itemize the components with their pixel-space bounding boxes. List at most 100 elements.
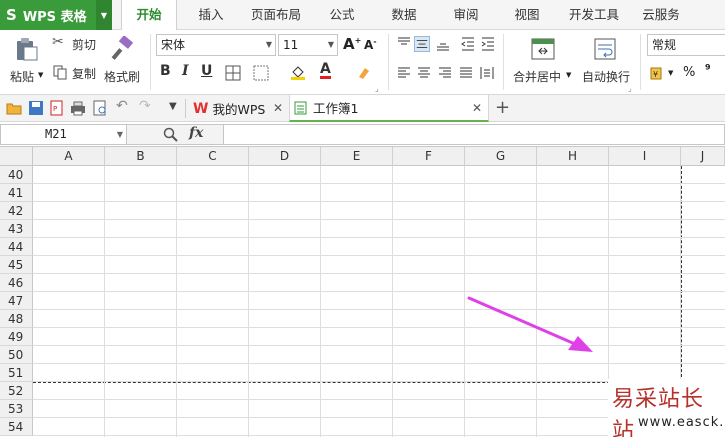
row-header[interactable]: 41 [0, 184, 33, 202]
column-header[interactable]: G [465, 147, 537, 166]
tab-home[interactable]: 开始 [121, 0, 177, 31]
format-painter-label: 格式刷 [104, 70, 141, 84]
row-header[interactable]: 54 [0, 418, 33, 436]
ribbon-separator [503, 34, 504, 90]
number-format-select[interactable]: 常规 [647, 34, 725, 56]
print-icon[interactable] [70, 100, 86, 116]
tab-page-layout[interactable]: 页面布局 [245, 0, 307, 30]
row-header[interactable]: 48 [0, 310, 33, 328]
wrap-text-button[interactable]: 自动换行 [578, 34, 634, 90]
font-size-select[interactable]: 11 ▼ [278, 34, 338, 56]
open-folder-icon[interactable] [6, 100, 22, 116]
tab-review[interactable]: 审阅 [442, 0, 490, 30]
column-header[interactable]: B [105, 147, 177, 166]
row-header[interactable]: 47 [0, 292, 33, 310]
close-tab-icon[interactable]: ✕ [273, 101, 283, 115]
font-name-select[interactable]: 宋体 ▼ [156, 34, 276, 56]
align-bottom-icon[interactable] [435, 36, 451, 52]
insert-function-button[interactable]: fx [189, 125, 203, 141]
paste-label: 粘贴 [10, 70, 35, 84]
column-header[interactable]: J [681, 147, 725, 166]
column-header[interactable]: H [537, 147, 609, 166]
grow-font-button[interactable]: A+ [343, 35, 361, 53]
column-header[interactable]: D [249, 147, 321, 166]
fill-pattern-icon[interactable] [253, 65, 269, 81]
row-header[interactable]: 44 [0, 238, 33, 256]
align-right-icon[interactable] [437, 65, 453, 81]
column-header[interactable]: F [393, 147, 465, 166]
decrease-indent-icon[interactable] [460, 36, 476, 52]
column-header[interactable]: A [33, 147, 105, 166]
gridline [33, 273, 725, 274]
italic-button[interactable]: I [182, 63, 189, 79]
underline-button[interactable]: U [201, 63, 212, 79]
font-name-value: 宋体 [161, 38, 186, 52]
row-header[interactable]: 45 [0, 256, 33, 274]
print-preview-icon[interactable] [92, 100, 108, 116]
redo-icon[interactable]: ↷ [139, 98, 155, 114]
row-header[interactable]: 43 [0, 220, 33, 238]
copy-button[interactable]: 复制 [52, 63, 102, 83]
align-left-icon[interactable] [396, 65, 412, 81]
row-header[interactable]: 52 [0, 382, 33, 400]
align-top-icon[interactable] [396, 36, 412, 52]
fill-color-icon[interactable] [290, 64, 306, 80]
undo-icon[interactable]: ↶ [116, 98, 132, 114]
paste-dropdown-icon[interactable]: ▼ [38, 71, 43, 79]
column-header[interactable]: I [609, 147, 681, 166]
font-dialog-launcher-icon[interactable]: ⌟ [375, 84, 379, 93]
name-box[interactable]: M21 ▼ [0, 124, 127, 145]
zoom-search-icon[interactable] [163, 127, 178, 142]
distribute-icon[interactable] [479, 65, 495, 81]
tab-workbook1[interactable]: 工作簿1 [289, 95, 489, 122]
tab-workbook1-label: 工作簿1 [313, 101, 359, 116]
justify-icon[interactable] [458, 65, 474, 81]
tab-developer[interactable]: 开发工具 [564, 0, 624, 30]
percent-button[interactable]: % [683, 65, 695, 80]
font-color-button[interactable]: A [320, 62, 331, 79]
new-tab-plus-icon[interactable]: + [495, 97, 510, 118]
chevron-down-icon: ▼ [116, 130, 123, 139]
increase-indent-icon[interactable] [480, 36, 496, 52]
tab-cloud[interactable]: 云服务 [636, 0, 686, 30]
row-header[interactable]: 53 [0, 400, 33, 418]
align-middle-icon[interactable] [414, 36, 430, 52]
spreadsheet-file-icon [294, 101, 307, 114]
row-header[interactable]: 46 [0, 274, 33, 292]
select-all-corner[interactable] [0, 147, 33, 166]
row-header[interactable]: 40 [0, 166, 33, 184]
tab-insert[interactable]: 插入 [186, 0, 236, 30]
app-menu-dropdown-icon[interactable]: ▼ [96, 0, 112, 30]
paste-button[interactable]: 粘贴 ▼ [8, 34, 48, 90]
currency-dropdown-icon[interactable]: ▼ [668, 69, 673, 77]
shrink-font-button[interactable]: A- [364, 37, 377, 52]
bold-button[interactable]: B [160, 63, 171, 79]
row-header[interactable]: 42 [0, 202, 33, 220]
app-menu-button[interactable]: S WPS 表格 [0, 0, 96, 30]
tab-view[interactable]: 视图 [503, 0, 551, 30]
row-header[interactable]: 49 [0, 328, 33, 346]
formula-input[interactable] [223, 124, 725, 145]
save-icon[interactable] [28, 100, 44, 116]
borders-icon[interactable] [225, 65, 241, 81]
customize-toolbar-icon[interactable]: ▼ [169, 101, 185, 117]
column-header[interactable]: C [177, 147, 249, 166]
gridline [464, 166, 465, 437]
tab-formulas[interactable]: 公式 [318, 0, 366, 30]
merge-center-button[interactable]: 合并居中 ▼ [510, 34, 576, 90]
column-header[interactable]: E [321, 147, 393, 166]
align-center-icon[interactable] [416, 65, 432, 81]
gridline [33, 291, 725, 292]
format-painter-button[interactable]: 格式刷 [104, 34, 144, 90]
clear-format-icon[interactable] [355, 65, 371, 81]
tab-data[interactable]: 数据 [380, 0, 428, 30]
row-header[interactable]: 50 [0, 346, 33, 364]
alignment-dialog-launcher-icon[interactable]: ⌟ [628, 84, 632, 93]
cut-button[interactable]: ✂ 剪切 [52, 34, 102, 54]
comma-style-button[interactable]: ⁹ [705, 63, 711, 78]
close-tab-icon[interactable]: ✕ [472, 101, 482, 115]
row-header[interactable]: 51 [0, 364, 33, 382]
export-pdf-icon[interactable]: P [49, 100, 65, 116]
merge-dropdown-icon[interactable]: ▼ [566, 71, 571, 79]
currency-format-icon[interactable]: ¥ [650, 65, 666, 81]
